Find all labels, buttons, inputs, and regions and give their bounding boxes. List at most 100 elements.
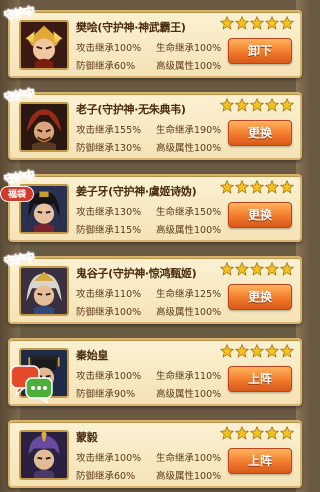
advanced-label: 高级属性	[156, 307, 195, 318]
star-icon	[250, 426, 264, 440]
star-icon	[250, 98, 264, 112]
hero-card[interactable]: 樊哙(守护神·神武霸王) 攻击继承100% 生命继承100% 防御继承60% 高…	[3, 4, 302, 78]
hp-value: 125%	[194, 289, 222, 300]
hero-portrait	[19, 102, 69, 152]
defense-label: 防御继承	[76, 389, 115, 400]
deploy-button[interactable]: 上阵	[228, 366, 292, 392]
hp-label: 生命继承	[156, 371, 195, 382]
star-icon	[235, 98, 249, 112]
lucky-bag-badge[interactable]: 福袋	[0, 186, 34, 202]
star-icon	[220, 180, 234, 194]
advanced-value: 100%	[194, 307, 222, 318]
warrior-portrait-icon	[21, 104, 67, 150]
attack-stat: 攻击继承110%	[76, 286, 141, 300]
guardian-list[interactable]: 樊哙(守护神·神武霸王) 攻击继承100% 生命继承100% 防御继承60% 高…	[0, 0, 310, 492]
star-icon	[265, 262, 279, 276]
star-icon	[250, 180, 264, 194]
star-icon	[220, 426, 234, 440]
star-icon	[280, 426, 294, 440]
star-icon	[265, 98, 279, 112]
attack-value: 100%	[114, 453, 142, 464]
star-icon	[235, 344, 249, 358]
attack-label: 攻击继承	[76, 289, 115, 300]
hp-label: 生命继承	[156, 207, 195, 218]
star-rating	[220, 180, 294, 194]
star-icon	[250, 344, 264, 358]
star-icon	[235, 180, 249, 194]
attack-label: 攻击继承	[76, 371, 115, 382]
hero-card[interactable]: 姜子牙(守护神·虞姬诗妫) 攻击继承130% 生命继承150% 防御继承115%…	[3, 168, 302, 242]
star-icon	[250, 262, 264, 276]
star-icon	[280, 98, 294, 112]
defense-label: 防御继承	[76, 143, 115, 154]
attack-label: 攻击继承	[76, 43, 115, 54]
hp-value: 190%	[194, 125, 222, 136]
advanced-label: 高级属性	[156, 61, 195, 72]
advanced-stat: 高级属性100%	[156, 386, 221, 400]
star-icon	[220, 344, 234, 358]
advanced-stat: 高级属性100%	[156, 468, 221, 482]
advanced-label: 高级属性	[156, 389, 195, 400]
attack-stat: 攻击继承155%	[76, 122, 141, 136]
hp-stat: 生命继承190%	[156, 122, 221, 136]
defense-label: 防御继承	[76, 225, 115, 236]
attack-value: 130%	[114, 207, 142, 218]
hp-stat: 生命继承100%	[156, 450, 221, 464]
attack-stat: 攻击继承100%	[76, 40, 141, 54]
hero-card[interactable]: 老子(守护神·无朱典韦) 攻击继承155% 生命继承190% 防御继承130% …	[3, 86, 302, 160]
defense-label: 防御继承	[76, 471, 115, 482]
advanced-value: 100%	[194, 389, 222, 400]
hero-name: 老子(守护神·无朱典韦)	[76, 103, 186, 116]
hero-name: 姜子牙(守护神·虞姬诗妫)	[76, 185, 197, 198]
unequip-button[interactable]: 卸下	[228, 38, 292, 64]
defense-value: 90%	[114, 389, 136, 400]
deploy-button[interactable]: 上阵	[228, 448, 292, 474]
strategist-portrait-icon	[21, 268, 67, 314]
attack-value: 100%	[114, 371, 142, 382]
hero-portrait	[19, 20, 69, 70]
defense-stat: 防御继承100%	[76, 304, 141, 318]
defense-value: 60%	[114, 61, 136, 72]
star-icon	[220, 262, 234, 276]
defense-value: 60%	[114, 471, 136, 482]
replace-button[interactable]: 更换	[228, 202, 292, 228]
attack-stat: 攻击继承100%	[76, 450, 141, 464]
star-rating	[220, 16, 294, 30]
defense-label: 防御继承	[76, 307, 115, 318]
hp-label: 生命继承	[156, 453, 195, 464]
hp-value: 100%	[194, 43, 222, 54]
hp-stat: 生命继承110%	[156, 368, 221, 382]
star-icon	[280, 262, 294, 276]
defense-stat: 防御继承60%	[76, 58, 135, 72]
chat-bubble-icon[interactable]	[10, 364, 54, 404]
hero-name: 秦始皇	[76, 349, 109, 362]
hero-name: 鬼谷子(守护神·惊鸿甄姬)	[76, 267, 197, 280]
attack-label: 攻击继承	[76, 207, 115, 218]
advanced-stat: 高级属性100%	[156, 140, 221, 154]
advanced-value: 100%	[194, 61, 222, 72]
hero-card[interactable]: 蒙毅 攻击继承100% 生命继承100% 防御继承60% 高级属性100% 上阵	[8, 420, 302, 488]
defense-label: 防御继承	[76, 61, 115, 72]
replace-button[interactable]: 更换	[228, 284, 292, 310]
defense-stat: 防御继承90%	[76, 386, 135, 400]
star-icon	[220, 16, 234, 30]
star-icon	[265, 426, 279, 440]
defense-value: 115%	[114, 225, 142, 236]
star-icon	[265, 16, 279, 30]
hero-name: 蒙毅	[76, 431, 98, 444]
replace-button[interactable]: 更换	[228, 120, 292, 146]
star-icon	[280, 180, 294, 194]
star-rating	[220, 98, 294, 112]
advanced-label: 高级属性	[156, 225, 195, 236]
warrior-portrait-icon	[21, 22, 67, 68]
hp-stat: 生命继承125%	[156, 286, 221, 300]
general-portrait-icon	[21, 432, 67, 478]
hp-label: 生命继承	[156, 289, 195, 300]
advanced-label: 高级属性	[156, 143, 195, 154]
hp-value: 150%	[194, 207, 222, 218]
attack-stat: 攻击继承100%	[76, 368, 141, 382]
attack-stat: 攻击继承130%	[76, 204, 141, 218]
hero-card[interactable]: 鬼谷子(守护神·惊鸿甄姬) 攻击继承110% 生命继承125% 防御继承100%…	[3, 250, 302, 324]
hero-portrait	[19, 266, 69, 316]
defense-stat: 防御继承130%	[76, 140, 141, 154]
